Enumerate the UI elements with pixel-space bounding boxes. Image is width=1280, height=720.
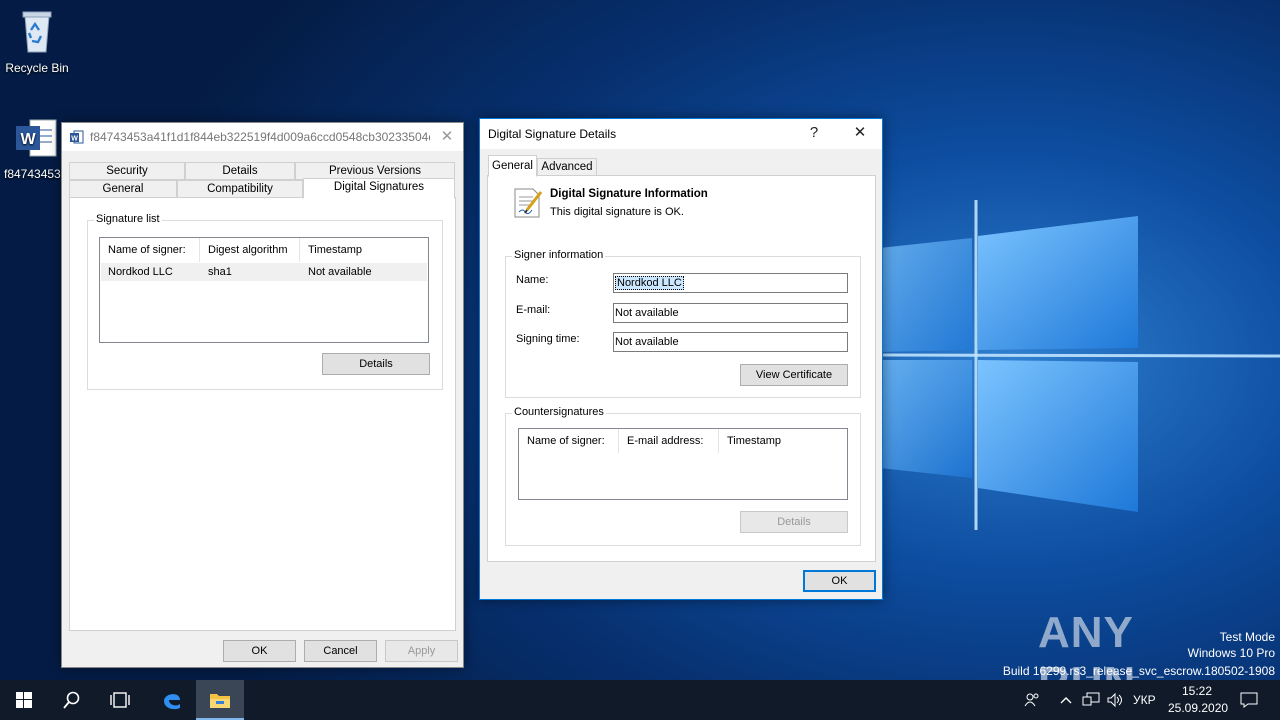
name-label: Name: bbox=[516, 274, 549, 286]
desktop-icon-recycle-bin[interactable]: Recycle Bin bbox=[1, 8, 73, 75]
cell-signer: Nordkod LLC bbox=[108, 266, 173, 278]
folder-icon bbox=[210, 694, 230, 708]
ok-button[interactable]: OK bbox=[223, 640, 296, 662]
col-digest-algorithm[interactable]: Digest algorithm bbox=[200, 238, 300, 262]
search-icon bbox=[63, 691, 80, 709]
file-explorer-button[interactable] bbox=[196, 680, 244, 720]
countersignatures-title: Countersignatures bbox=[512, 406, 606, 418]
svg-text:W: W bbox=[71, 136, 78, 143]
general-panel: Digital Signature Information This digit… bbox=[487, 175, 876, 562]
countersignatures-list[interactable]: Name of signer: E-mail address: Timestam… bbox=[518, 428, 848, 500]
search-button[interactable] bbox=[48, 680, 96, 720]
dialog-ok-button[interactable]: OK bbox=[803, 570, 876, 592]
edge-icon bbox=[164, 694, 180, 710]
task-view-button[interactable] bbox=[96, 680, 144, 720]
action-center-icon[interactable] bbox=[1240, 692, 1258, 708]
col-email-address[interactable]: E-mail address: bbox=[619, 429, 719, 453]
name-field[interactable]: Nordkod LLC bbox=[613, 273, 848, 293]
recycle-bin-label: Recycle Bin bbox=[5, 61, 69, 75]
tab-label: Advanced bbox=[541, 161, 593, 173]
volume-icon[interactable] bbox=[1106, 692, 1124, 708]
desktop-icon-word-doc[interactable]: W f84743453a bbox=[0, 118, 62, 181]
tab-security[interactable]: Security bbox=[69, 162, 185, 180]
svg-text:W: W bbox=[20, 131, 36, 148]
language-indicator[interactable]: УКР bbox=[1133, 693, 1156, 707]
tab-label: Digital Signatures bbox=[333, 181, 425, 193]
edition-text: Windows 10 Pro bbox=[1187, 646, 1275, 660]
col-timestamp[interactable]: Timestamp bbox=[300, 238, 428, 262]
edge-button[interactable] bbox=[148, 680, 196, 720]
word-document-icon: W bbox=[16, 119, 57, 157]
tab-label: Compatibility bbox=[207, 183, 273, 195]
build-text: Build 16299.rs3_release_svc_escrow.18050… bbox=[1002, 664, 1275, 678]
properties-title: f84743453a41f1d1f844eb322519f4d009a6ccd0… bbox=[90, 130, 430, 144]
countersignatures-group: Countersignatures Name of signer: E-mail… bbox=[505, 406, 861, 546]
tab-digital-signatures[interactable]: Digital Signatures bbox=[303, 178, 455, 199]
close-icon: ✕ bbox=[440, 128, 454, 145]
table-row[interactable]: Nordkod LLC sha1 Not available bbox=[101, 263, 427, 281]
digital-signatures-panel: Signature list Name of signer: Digest al… bbox=[69, 197, 456, 631]
dialog-titlebar[interactable]: Digital Signature Details ? ✕ bbox=[480, 119, 882, 149]
info-status: This digital signature is OK. bbox=[550, 206, 684, 218]
email-field[interactable]: Not available bbox=[613, 303, 848, 323]
signer-information-title: Signer information bbox=[512, 249, 606, 261]
close-icon: ✕ bbox=[853, 124, 867, 141]
info-heading: Digital Signature Information bbox=[550, 188, 708, 200]
signature-list-group: Signature list Name of signer: Digest al… bbox=[87, 213, 443, 390]
properties-window: W f84743453a41f1d1f844eb322519f4d009a6cc… bbox=[61, 122, 464, 668]
signature-list[interactable]: Name of signer: Digest algorithm Timesta… bbox=[99, 237, 429, 343]
tab-label: General bbox=[492, 160, 533, 172]
tab-label: Details bbox=[222, 165, 258, 177]
cancel-button[interactable]: Cancel bbox=[304, 640, 377, 662]
certificate-pen-icon bbox=[514, 188, 543, 218]
dialog-close-button[interactable]: ✕ bbox=[840, 119, 880, 149]
task-view-icon bbox=[110, 692, 130, 708]
taskbar: УКР 15:22 25.09.2020 bbox=[0, 680, 1280, 720]
col-timestamp[interactable]: Timestamp bbox=[719, 429, 847, 453]
tab-compatibility[interactable]: Compatibility bbox=[177, 180, 303, 198]
signer-information-group: Signer information Name: Nordkod LLC E-m… bbox=[505, 249, 861, 398]
system-tray: УКР 15:22 25.09.2020 bbox=[1018, 680, 1280, 720]
network-icon[interactable] bbox=[1082, 692, 1100, 708]
col-name-of-signer[interactable]: Name of signer: bbox=[100, 238, 200, 262]
cell-timestamp: Not available bbox=[308, 266, 372, 278]
tab-details[interactable]: Details bbox=[185, 162, 295, 180]
word-doc-label: f84743453a bbox=[4, 167, 62, 181]
windows-logo-wallpaper bbox=[880, 200, 1280, 530]
tab-label: Previous Versions bbox=[328, 165, 422, 177]
chevron-up-icon[interactable] bbox=[1060, 695, 1072, 705]
help-icon: ? bbox=[809, 124, 819, 141]
clock-date[interactable]: 25.09.2020 bbox=[1168, 701, 1228, 715]
signing-time-label: Signing time: bbox=[516, 333, 580, 345]
signature-details-button[interactable]: Details bbox=[322, 353, 430, 375]
tab-label: General bbox=[102, 183, 144, 195]
clock-time[interactable]: 15:22 bbox=[1182, 684, 1212, 698]
countersignature-details-button[interactable]: Details bbox=[740, 511, 848, 533]
col-name-of-signer[interactable]: Name of signer: bbox=[519, 429, 619, 453]
signature-details-dialog: Digital Signature Details ? ✕ Advanced D… bbox=[479, 118, 883, 600]
help-button[interactable]: ? bbox=[794, 119, 834, 149]
windows-start-icon bbox=[16, 692, 32, 708]
people-icon[interactable] bbox=[1024, 692, 1040, 708]
email-label: E-mail: bbox=[516, 304, 551, 316]
tab-general[interactable]: General bbox=[488, 155, 537, 177]
tab-label: Security bbox=[106, 165, 148, 177]
test-mode-text: Test Mode bbox=[1219, 630, 1275, 644]
dialog-title: Digital Signature Details bbox=[488, 127, 617, 141]
word-app-icon: W bbox=[70, 130, 84, 144]
cell-digest: sha1 bbox=[208, 266, 232, 278]
view-certificate-button[interactable]: View Certificate bbox=[740, 364, 848, 386]
start-button[interactable] bbox=[0, 680, 48, 720]
properties-titlebar[interactable]: W f84743453a41f1d1f844eb322519f4d009a6cc… bbox=[62, 123, 463, 151]
tab-general[interactable]: General bbox=[69, 180, 177, 198]
close-button[interactable]: ✕ bbox=[430, 123, 464, 151]
apply-button[interactable]: Apply bbox=[385, 640, 458, 662]
tab-advanced[interactable]: Advanced bbox=[537, 158, 597, 176]
name-value: Nordkod LLC bbox=[615, 276, 684, 290]
recycle-bin-icon bbox=[22, 11, 52, 53]
signing-time-field[interactable]: Not available bbox=[613, 332, 848, 352]
signature-list-title: Signature list bbox=[94, 213, 162, 225]
